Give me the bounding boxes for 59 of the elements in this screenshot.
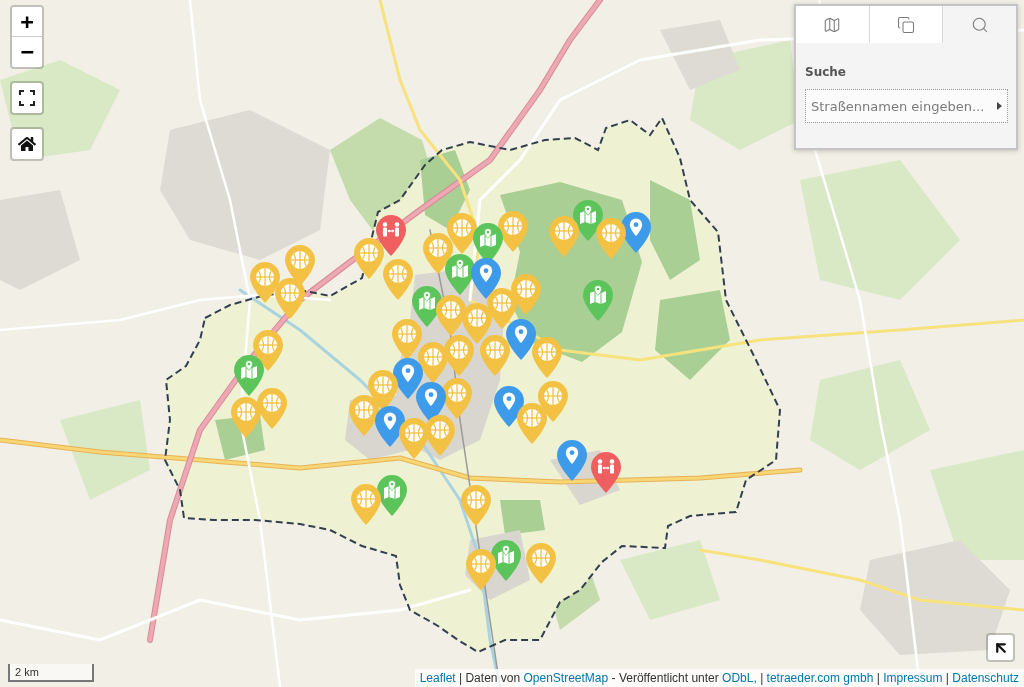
basketball-pin-icon[interactable]: [461, 485, 491, 526]
search-label: Suche: [805, 65, 846, 79]
collapse-button[interactable]: [986, 633, 1015, 662]
basketball-pin-icon[interactable]: [418, 342, 448, 383]
location-pin-icon[interactable]: [557, 440, 587, 481]
caret-icon: [997, 102, 1002, 110]
attribution-link[interactable]: ODbL,: [722, 671, 757, 685]
basketball-pin-icon[interactable]: [383, 259, 413, 300]
map-tab[interactable]: [796, 6, 870, 43]
map-icon: [823, 15, 842, 34]
basketball-pin-icon[interactable]: [517, 403, 547, 444]
basketball-pin-icon[interactable]: [532, 337, 562, 378]
attribution-link[interactable]: OpenStreetMap: [523, 671, 609, 685]
basketball-pin-icon[interactable]: [596, 218, 626, 259]
basketball-pin-icon[interactable]: [549, 216, 579, 257]
attribution-link[interactable]: tetraeder.com gmbh: [766, 671, 874, 685]
basketball-pin-icon[interactable]: [351, 484, 381, 525]
scale-bar: 2 km: [8, 664, 94, 682]
zoom-out-button[interactable]: −: [12, 37, 42, 67]
layers-tab[interactable]: [869, 6, 944, 43]
basketball-pin-icon[interactable]: [466, 549, 496, 590]
search-icon: [970, 15, 989, 34]
map-pin-icon[interactable]: [445, 254, 475, 295]
fullscreen-icon: [19, 90, 35, 106]
basketball-pin-icon[interactable]: [275, 278, 305, 319]
basketball-pin-icon[interactable]: [436, 295, 466, 336]
attribution-link[interactable]: Impressum: [883, 671, 943, 685]
copy-icon: [897, 15, 915, 34]
people-pin-icon[interactable]: [376, 215, 406, 256]
zoom-in-button[interactable]: +: [12, 7, 42, 37]
search-tab[interactable]: [943, 6, 1016, 43]
map-pin-icon[interactable]: [234, 355, 264, 396]
attribution-link[interactable]: Leaflet: [419, 671, 456, 685]
people-pin-icon[interactable]: [591, 452, 621, 493]
basketball-pin-icon[interactable]: [498, 211, 528, 252]
basketball-pin-icon[interactable]: [349, 395, 379, 436]
basketball-pin-icon[interactable]: [444, 335, 474, 376]
home-button[interactable]: [10, 127, 44, 161]
basketball-pin-icon[interactable]: [231, 397, 261, 438]
attribution-text: Leaflet | Daten von OpenStreetMap - Veröffentlicht unter ODbL, | tetraeder.com gmbh | Impressum | Datenschutz: [414, 669, 1024, 687]
map-pin-icon[interactable]: [377, 475, 407, 516]
fullscreen-button[interactable]: [10, 81, 44, 115]
basketball-pin-icon[interactable]: [250, 262, 280, 303]
basketball-pin-icon[interactable]: [354, 238, 384, 279]
basketball-pin-icon[interactable]: [526, 543, 556, 584]
basketball-pin-icon[interactable]: [447, 213, 477, 254]
forest-area: [500, 500, 545, 535]
basketball-pin-icon[interactable]: [480, 335, 510, 376]
search-field[interactable]: Straßennamen eingeben...: [805, 89, 1008, 123]
basketball-pin-icon[interactable]: [442, 378, 472, 419]
basketball-pin-icon[interactable]: [399, 418, 429, 459]
home-icon: [18, 135, 36, 153]
basketball-pin-icon[interactable]: [392, 319, 422, 360]
basketball-pin-icon[interactable]: [425, 415, 455, 456]
map-pin-icon[interactable]: [583, 280, 613, 321]
attribution-link[interactable]: Datenschutz: [952, 671, 1019, 685]
basketball-pin-icon[interactable]: [257, 388, 287, 429]
location-pin-icon[interactable]: [621, 212, 651, 253]
map-pin-icon[interactable]: [491, 540, 521, 581]
